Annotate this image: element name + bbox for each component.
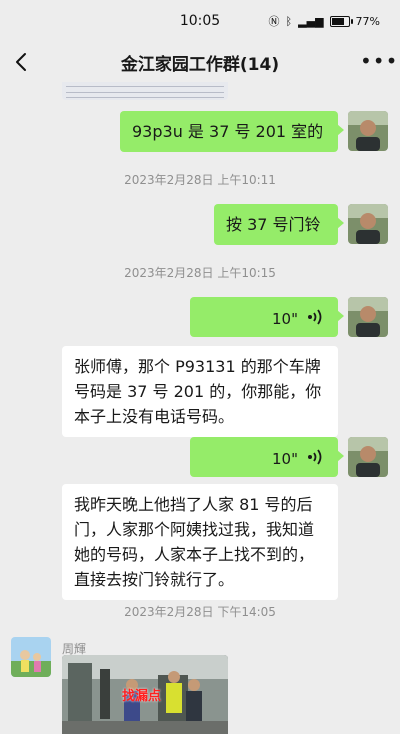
status-icons: Ⓝ ᛒ ▂▄▆ 77% — [269, 13, 380, 29]
voice-message-sent[interactable]: 10" — [190, 297, 344, 337]
avatar-photo-icon — [11, 637, 51, 677]
message-text: 93p3u 是 37 号 201 室的 — [132, 122, 324, 141]
message-bubble-received[interactable]: 张师傅，那个 P93131 的那个车牌号码是 37 号 201 的，你那能，你本… — [62, 346, 338, 437]
photo-caption-overlay: 找漏点 — [122, 689, 162, 704]
avatar-photo-icon — [348, 111, 388, 151]
message-text: 张师傅，那个 P93131 的那个车牌号码是 37 号 201 的，你那能，你本… — [74, 357, 322, 426]
message-text: 按 37 号门铃 — [226, 215, 321, 234]
battery-icon — [329, 15, 353, 27]
image-message[interactable]: 找漏点 — [62, 655, 228, 734]
my-avatar[interactable] — [348, 437, 388, 477]
chat-title: 金江家园工作群(14) — [120, 55, 280, 75]
my-avatar[interactable] — [348, 111, 388, 151]
signal-icon: ▂▄▆ — [298, 14, 324, 28]
my-avatar[interactable] — [348, 297, 388, 337]
avatar-photo-icon — [348, 204, 388, 244]
message-bubble-sent[interactable]: 93p3u 是 37 号 201 室的 — [120, 111, 344, 152]
more-options-icon[interactable]: ••• — [360, 48, 397, 74]
sender-avatar[interactable] — [11, 637, 51, 677]
status-bar: 10:05 Ⓝ ᛒ ▂▄▆ 77% — [0, 0, 400, 42]
voice-wave-icon — [308, 309, 322, 325]
voice-message-sent[interactable]: 10" — [190, 437, 344, 477]
message-bubble-sent[interactable]: 按 37 号门铃 — [214, 204, 344, 245]
message-text: 我昨天晚上他挡了人家 81 号的后门，人家那个阿姨找过我，我知道她的号码，人家本… — [74, 495, 315, 589]
timestamp: 2023年2月28日 下午14:05 — [124, 605, 276, 619]
timestamp: 2023年2月28日 上午10:15 — [124, 266, 276, 280]
message-bubble-received[interactable]: 我昨天晚上他挡了人家 81 号的后门，人家那个阿姨找过我，我知道她的号码，人家本… — [62, 484, 338, 600]
avatar-photo-icon — [348, 437, 388, 477]
voice-duration: 10" — [272, 450, 298, 468]
timestamp: 2023年2月28日 上午10:11 — [124, 173, 276, 187]
back-icon[interactable] — [10, 48, 34, 76]
my-avatar[interactable] — [348, 204, 388, 244]
voice-wave-icon — [308, 449, 322, 465]
avatar-photo-icon — [348, 297, 388, 337]
bluetooth-icon: ᛒ — [285, 14, 293, 28]
battery-percent: 77% — [355, 14, 380, 28]
chat-header: 金江家园工作群(14) ••• — [0, 42, 400, 82]
voice-duration: 10" — [272, 310, 298, 328]
nfc-icon: Ⓝ — [268, 15, 280, 28]
previous-image-message[interactable] — [62, 82, 228, 100]
